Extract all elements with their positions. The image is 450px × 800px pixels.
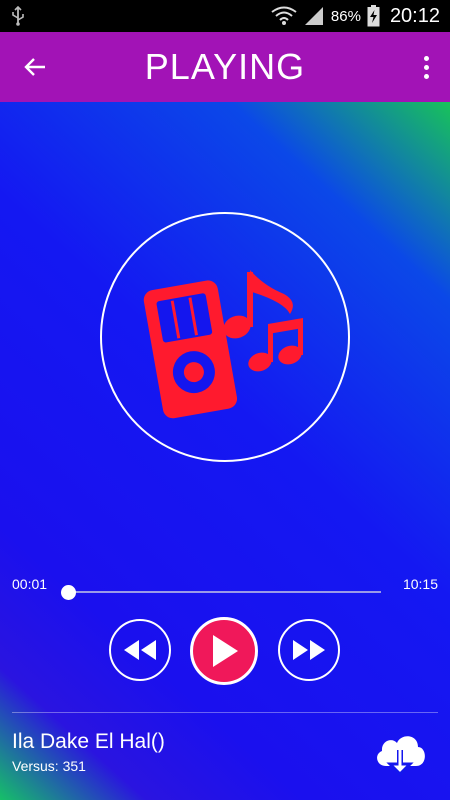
- usb-icon: [12, 6, 24, 26]
- seek-bar[interactable]: [68, 591, 381, 593]
- fast-forward-button[interactable]: [278, 619, 340, 681]
- seek-thumb[interactable]: [61, 585, 76, 600]
- song-title: Ila Dake El Hal(): [12, 730, 165, 753]
- album-art: [100, 212, 350, 462]
- more-vert-icon: [423, 55, 429, 61]
- battery-charging-icon: [367, 5, 380, 27]
- wifi-icon: [271, 6, 297, 25]
- divider: [12, 712, 438, 713]
- current-time: 00:01: [12, 576, 48, 592]
- rewind-icon: [124, 640, 156, 660]
- total-time: 10:15: [402, 576, 438, 592]
- play-icon: [213, 635, 238, 667]
- rewind-button[interactable]: [109, 619, 171, 681]
- status-bar: 86% 20:12: [0, 0, 450, 32]
- signal-icon: [304, 7, 323, 25]
- music-player-icon: [143, 270, 303, 419]
- download-button[interactable]: [372, 728, 428, 778]
- arrow-left-icon: [24, 58, 45, 76]
- fast-forward-icon: [293, 640, 325, 660]
- cloud-download-icon: [377, 736, 425, 777]
- song-subtitle: Versus: 351: [12, 758, 86, 774]
- play-button[interactable]: [190, 617, 258, 685]
- back-button[interactable]: [20, 52, 50, 82]
- battery-percent: 86%: [330, 7, 361, 25]
- overflow-menu-button[interactable]: [418, 52, 434, 82]
- status-clock: 20:12: [389, 4, 440, 27]
- app-bar: PLAYING: [0, 32, 450, 102]
- page-title: PLAYING: [144, 46, 306, 87]
